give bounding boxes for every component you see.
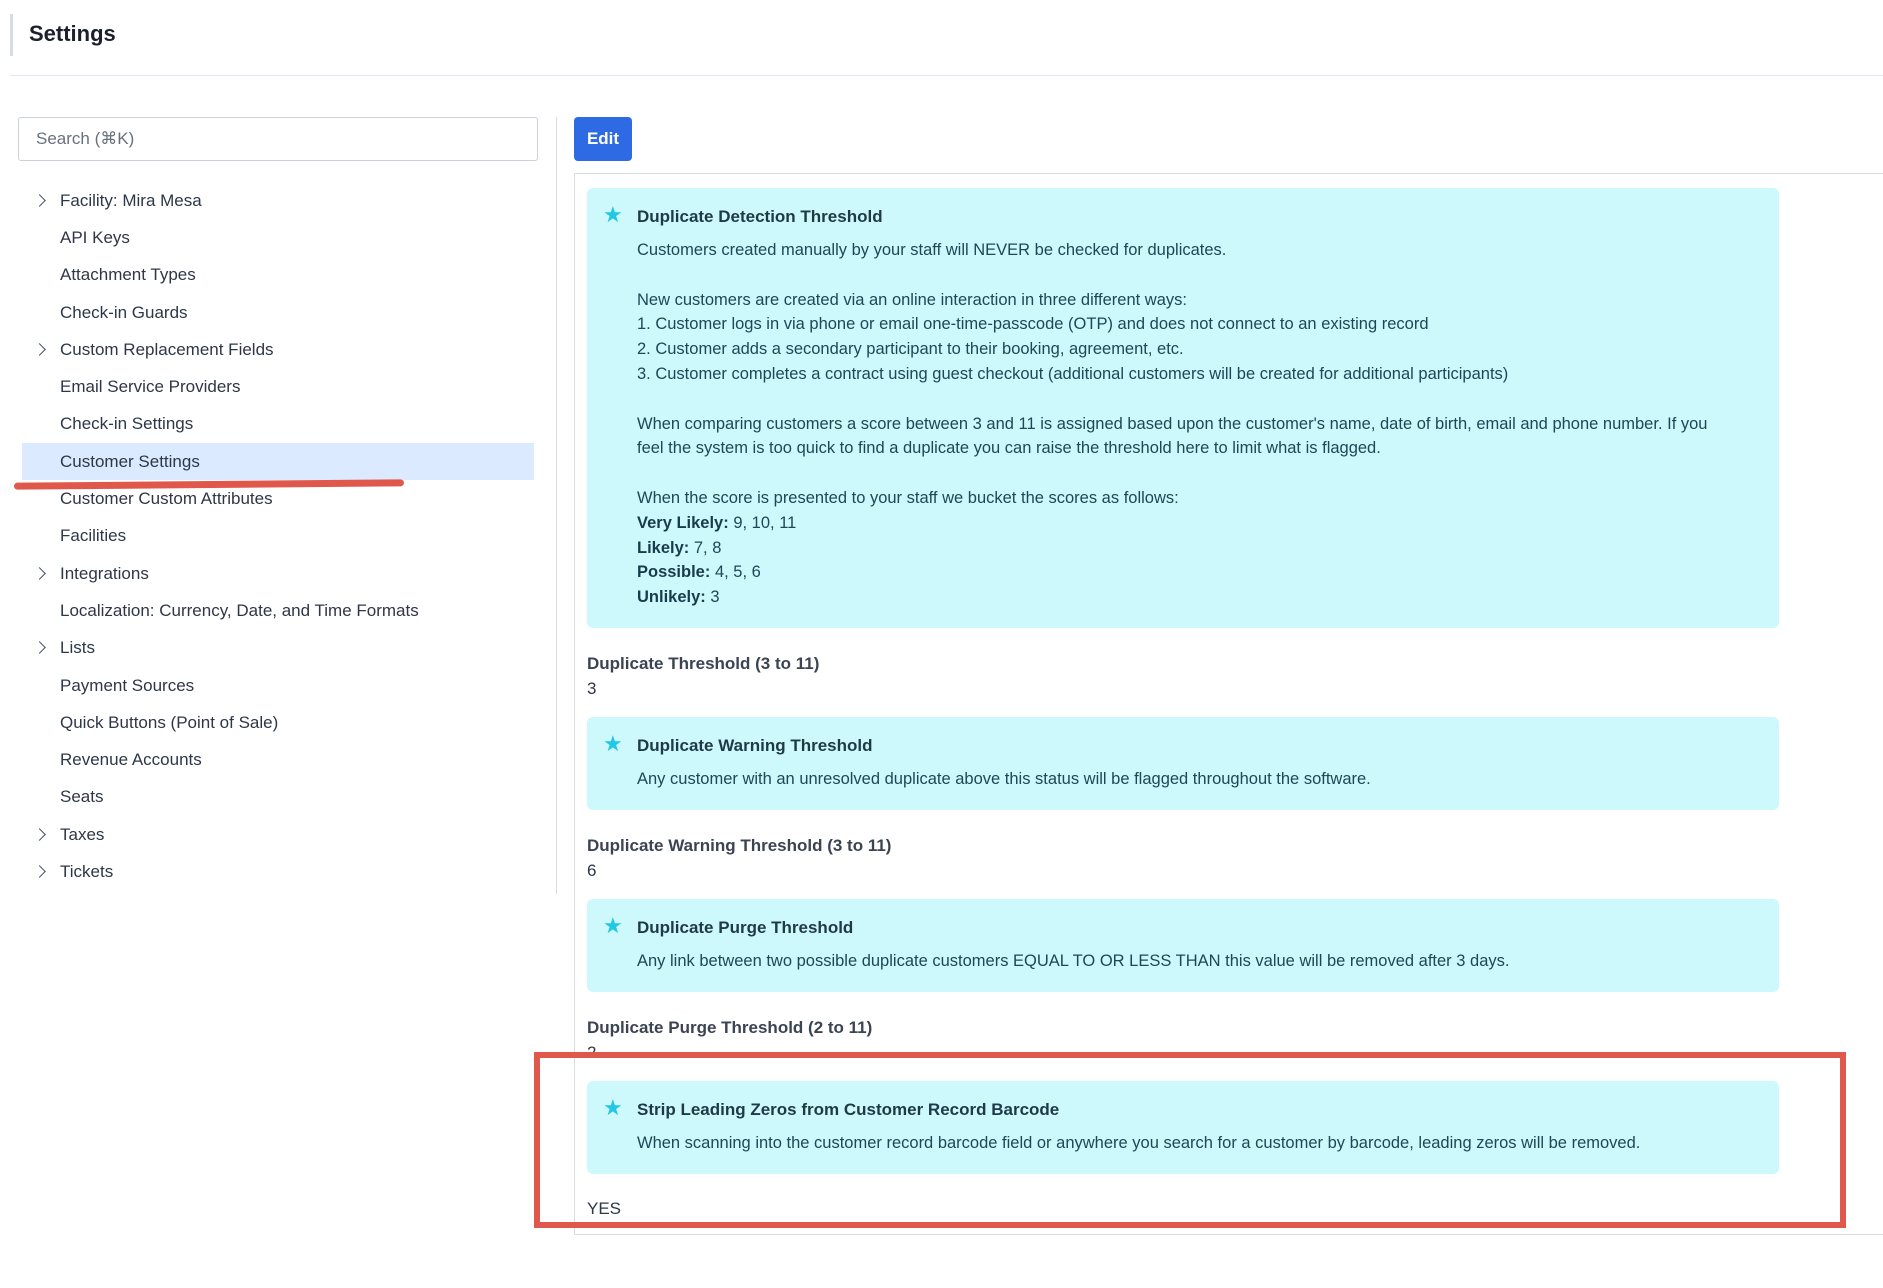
- info-line: Any link between two possible duplicate …: [637, 952, 1510, 970]
- info-line: Any customer with an unresolved duplicat…: [637, 770, 1371, 788]
- info-line: 3. Customer completes a contract using g…: [637, 364, 1509, 383]
- field-value-duplicate-threshold: 3: [587, 679, 597, 698]
- bucket-values: 4, 5, 6: [714, 563, 761, 582]
- star-icon: ★: [603, 202, 623, 227]
- info-box-title: Duplicate Purge Threshold: [637, 918, 854, 937]
- sidebar-item-label: Payment Sources: [60, 675, 195, 695]
- field-label-duplicate-warning: Duplicate Warning Threshold (3 to 11): [587, 836, 892, 855]
- search-input[interactable]: [18, 117, 538, 161]
- sidebar-item-localization[interactable]: Localization: Currency, Date, and Time F…: [18, 592, 557, 629]
- sidebar-item-label: Check-in Guards: [60, 302, 188, 322]
- info-line: When comparing customers a score between…: [637, 414, 1708, 433]
- bucket-label: Very Likely:: [637, 513, 729, 532]
- sidebar-item-integrations[interactable]: Integrations: [18, 555, 557, 592]
- bucket-likely: Likely: 7, 8: [637, 536, 1761, 561]
- sidebar-item-label: Custom Replacement Fields: [60, 339, 274, 359]
- chevron-right-icon[interactable]: [33, 827, 46, 841]
- sidebar-item-label: Lists: [60, 638, 95, 658]
- page-title: Settings: [29, 21, 116, 46]
- header-accent-bar: [10, 14, 13, 56]
- sidebar-item-label: Revenue Accounts: [60, 750, 202, 770]
- info-line: feel the system is too quick to find a d…: [637, 439, 1381, 458]
- sidebar: Facility: Mira Mesa API Keys Attachment …: [18, 117, 557, 894]
- info-line: 2. Customer adds a secondary participant…: [637, 340, 1184, 359]
- sidebar-item-label: Attachment Types: [60, 265, 196, 285]
- sidebar-item-label: Seats: [60, 787, 104, 807]
- sidebar-item-quick-buttons[interactable]: Quick Buttons (Point of Sale): [18, 704, 557, 741]
- bucket-unlikely: Unlikely: 3: [637, 585, 1761, 610]
- bucket-very-likely: Very Likely: 9, 10, 11: [637, 511, 1761, 536]
- sidebar-divider: [556, 117, 557, 894]
- sidebar-item-api-keys[interactable]: API Keys: [18, 219, 557, 256]
- sidebar-item-label: Localization: Currency, Date, and Time F…: [60, 600, 419, 620]
- sidebar-item-facility-mira-mesa[interactable]: Facility: Mira Mesa: [18, 182, 557, 219]
- field-value-duplicate-warning: 6: [587, 861, 597, 880]
- sidebar-item-label: Customer Settings: [60, 451, 200, 471]
- sidebar-item-label: Facility: Mira Mesa: [60, 190, 202, 210]
- info-box-duplicate-warning: ★ Duplicate Warning Threshold Any custom…: [587, 717, 1779, 810]
- info-line: When the score is presented to your staf…: [637, 488, 1179, 507]
- sidebar-item-taxes[interactable]: Taxes: [18, 816, 557, 853]
- sidebar-item-tickets[interactable]: Tickets: [18, 853, 557, 890]
- sidebar-item-attachment-types[interactable]: Attachment Types: [18, 257, 557, 294]
- sidebar-item-custom-replacement-fields[interactable]: Custom Replacement Fields: [18, 331, 557, 368]
- bucket-values: 3: [710, 588, 720, 607]
- sidebar-item-facilities[interactable]: Facilities: [18, 518, 557, 555]
- bucket-values: 7, 8: [693, 538, 722, 557]
- settings-nav: Facility: Mira Mesa API Keys Attachment …: [18, 182, 557, 891]
- sidebar-item-seats[interactable]: Seats: [18, 779, 557, 816]
- info-box-title: Duplicate Detection Threshold: [637, 207, 883, 226]
- sidebar-item-label: Quick Buttons (Point of Sale): [60, 712, 279, 732]
- bucket-label: Likely:: [637, 538, 690, 557]
- sidebar-item-payment-sources[interactable]: Payment Sources: [18, 667, 557, 704]
- chevron-right-icon[interactable]: [33, 566, 46, 580]
- info-line: Customers created manually by your staff…: [637, 241, 1227, 259]
- star-icon: ★: [603, 731, 623, 756]
- sidebar-item-email-service-providers[interactable]: Email Service Providers: [18, 368, 557, 405]
- info-box-duplicate-detection: ★ Duplicate Detection Threshold Customer…: [587, 188, 1779, 628]
- bucket-label: Unlikely:: [637, 588, 706, 607]
- info-box-duplicate-purge: ★ Duplicate Purge Threshold Any link bet…: [587, 899, 1779, 992]
- sidebar-item-revenue-accounts[interactable]: Revenue Accounts: [18, 741, 557, 778]
- sidebar-item-check-in-settings[interactable]: Check-in Settings: [18, 406, 557, 443]
- chevron-right-icon[interactable]: [33, 193, 46, 207]
- chevron-right-icon[interactable]: [33, 865, 46, 878]
- bucket-values: 9, 10, 11: [733, 513, 797, 532]
- star-icon: ★: [603, 913, 623, 938]
- sidebar-item-customer-settings[interactable]: Customer Settings: [22, 443, 534, 481]
- info-line: New customers are created via an online …: [637, 290, 1187, 309]
- sidebar-item-label: Facilities: [60, 526, 127, 546]
- sidebar-item-label: Tickets: [60, 861, 114, 881]
- sidebar-item-label: API Keys: [60, 227, 130, 247]
- annotation-highlight-box: [534, 1052, 1846, 1228]
- bucket-label: Possible:: [637, 563, 711, 582]
- sidebar-item-label: Customer Custom Attributes: [60, 489, 273, 509]
- sidebar-item-label: Integrations: [60, 563, 149, 583]
- bucket-possible: Possible: 4, 5, 6: [637, 560, 1761, 585]
- sidebar-item-label: Taxes: [60, 824, 105, 844]
- chevron-right-icon[interactable]: [33, 641, 46, 655]
- chevron-right-icon[interactable]: [33, 342, 46, 356]
- info-box-title: Duplicate Warning Threshold: [637, 736, 873, 755]
- sidebar-item-label: Email Service Providers: [60, 377, 241, 397]
- sidebar-item-label: Check-in Settings: [60, 414, 194, 434]
- info-line: 1. Customer logs in via phone or email o…: [637, 315, 1429, 334]
- page-header: Settings: [10, 0, 1883, 76]
- field-label-duplicate-threshold: Duplicate Threshold (3 to 11): [587, 654, 820, 673]
- sidebar-item-lists[interactable]: Lists: [18, 630, 557, 667]
- field-label-duplicate-purge: Duplicate Purge Threshold (2 to 11): [587, 1018, 873, 1037]
- sidebar-item-check-in-guards[interactable]: Check-in Guards: [18, 294, 557, 331]
- edit-button[interactable]: Edit: [574, 117, 632, 161]
